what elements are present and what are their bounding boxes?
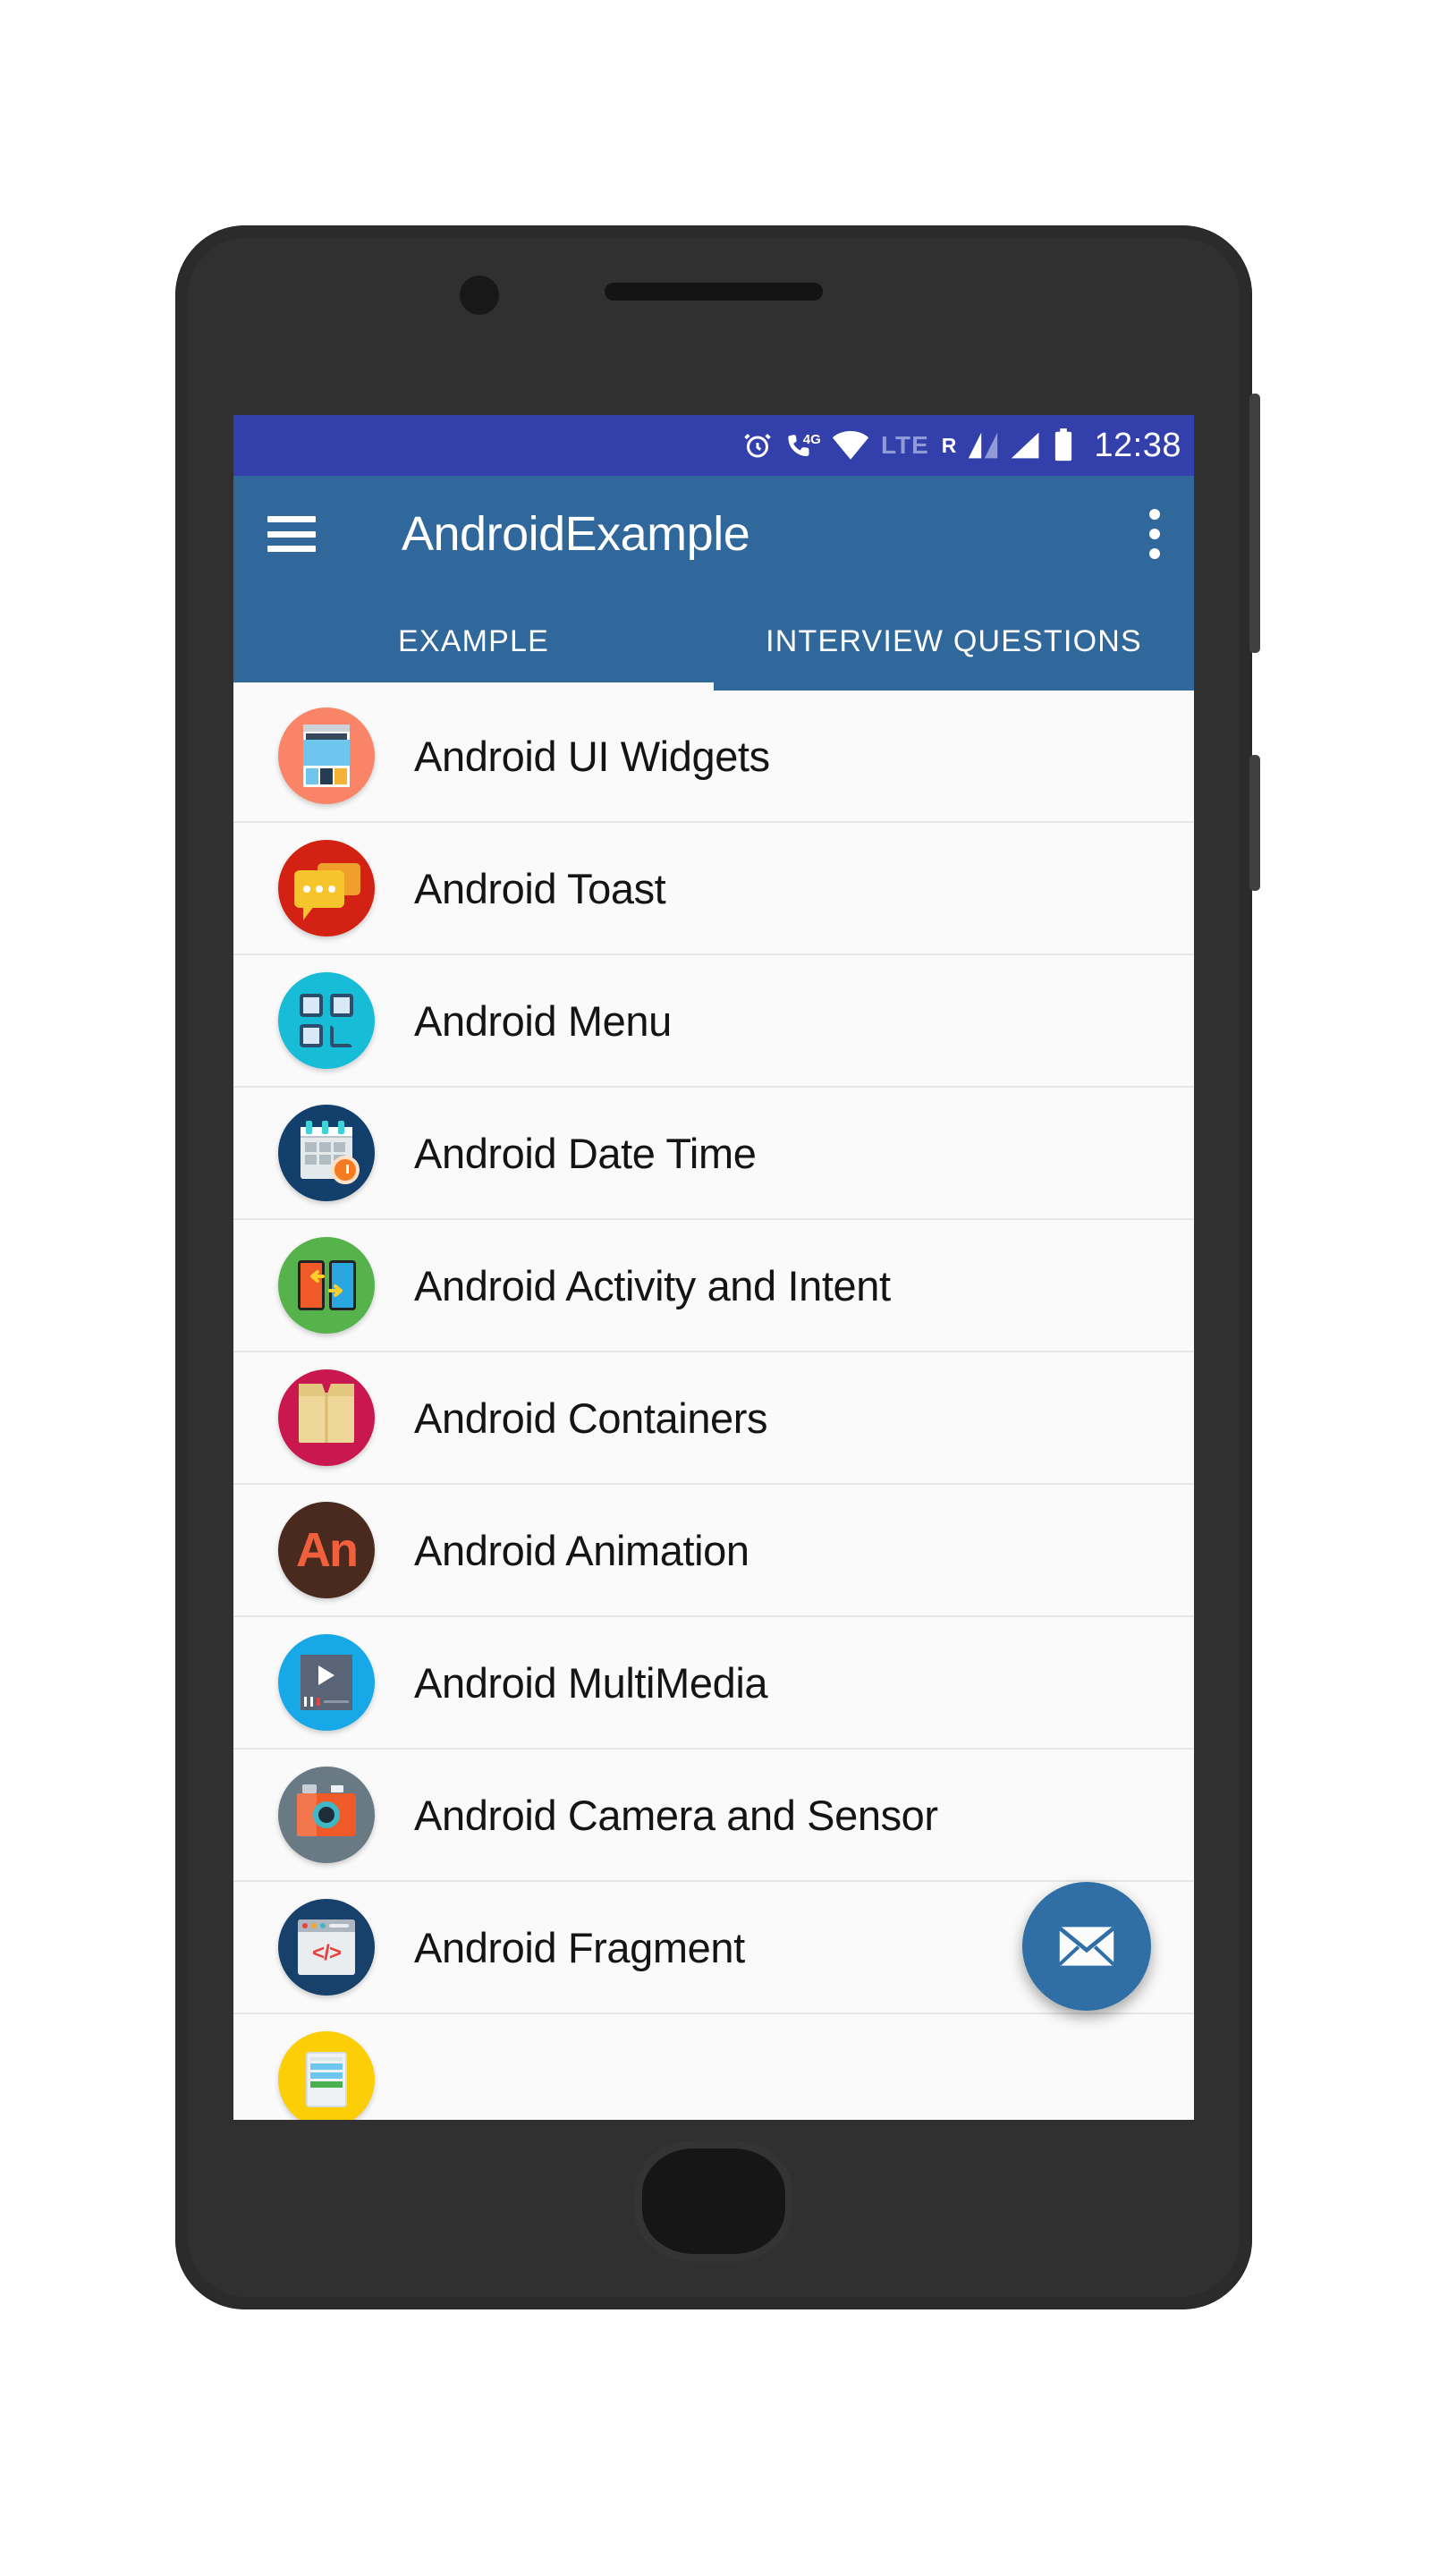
tab-bar: EXAMPLE INTERVIEW QUESTIONS (233, 592, 1194, 691)
menu-grid-icon (278, 972, 375, 1069)
roaming-label: R (941, 433, 957, 457)
home-button[interactable] (642, 2148, 785, 2254)
volume-button[interactable] (1249, 394, 1260, 653)
overflow-menu-icon[interactable] (1149, 509, 1160, 559)
example-list[interactable]: Android UI Widgets Android Toast Android… (233, 691, 1194, 2120)
signal-bars-icon-2 (1010, 430, 1042, 461)
page-title: AndroidExample (402, 507, 750, 561)
list-item-label: Android Fragment (414, 1923, 745, 1971)
list-item-label: Android UI Widgets (414, 732, 770, 780)
list-item[interactable]: Android Toast (233, 823, 1194, 955)
hamburger-icon[interactable] (267, 516, 316, 552)
list-item-label: Android Activity and Intent (414, 1261, 891, 1309)
list-item-label: Android MultiMedia (414, 1658, 768, 1707)
list-item-label: Android Animation (414, 1526, 749, 1574)
camera-sensor-icon (278, 1767, 375, 1863)
battery-icon (1053, 428, 1074, 462)
phone-4g-icon: 4G (784, 429, 820, 462)
front-camera-icon (460, 275, 499, 315)
calendar-clock-icon (278, 1105, 375, 1201)
code-fragment-icon: </> (278, 1899, 375, 1996)
wifi-icon (831, 430, 870, 461)
alarm-icon (741, 429, 774, 462)
device-widget-icon (278, 2031, 375, 2120)
screenshot-stage: 4G LTE R 12:38 AndroidExample EXAMPLE IN… (0, 0, 1431, 2576)
list-item[interactable]: Android MultiMedia (233, 1617, 1194, 1750)
list-item[interactable]: Android Activity and Intent (233, 1220, 1194, 1352)
ui-widgets-icon (278, 708, 375, 804)
tab-indicator (233, 682, 714, 691)
list-item[interactable]: Android Containers (233, 1352, 1194, 1485)
tab-example[interactable]: EXAMPLE (233, 592, 714, 691)
list-item[interactable]: An Android Animation (233, 1485, 1194, 1617)
list-item[interactable] (233, 2014, 1194, 2120)
svg-text:4G: 4G (803, 432, 820, 447)
status-bar: 4G LTE R 12:38 (233, 415, 1194, 476)
list-item-label: Android Camera and Sensor (414, 1791, 938, 1839)
email-envelope-icon (1058, 1926, 1115, 1966)
toast-message-icon (278, 840, 375, 936)
app-bar: AndroidExample (233, 476, 1194, 592)
status-bar-clock: 12:38 (1094, 426, 1181, 464)
list-item[interactable]: Android Menu (233, 955, 1194, 1088)
multimedia-player-icon (278, 1634, 375, 1731)
lte-label: LTE (880, 431, 929, 459)
tab-interview-questions[interactable]: INTERVIEW QUESTIONS (714, 592, 1194, 691)
list-item-label: Android Date Time (414, 1129, 757, 1177)
phone-screen: 4G LTE R 12:38 AndroidExample EXAMPLE IN… (233, 415, 1194, 2120)
animation-an-icon: An (278, 1502, 375, 1598)
list-item-label: Android Menu (414, 996, 672, 1045)
signal-bars-icon-1 (967, 430, 999, 461)
list-item[interactable]: Android UI Widgets (233, 691, 1194, 823)
power-button[interactable] (1249, 755, 1260, 891)
list-item-label: Android Toast (414, 864, 666, 912)
email-fab-button[interactable] (1022, 1882, 1151, 2011)
activity-intent-icon (278, 1237, 375, 1334)
earpiece-speaker (605, 283, 823, 301)
list-item[interactable]: Android Camera and Sensor (233, 1750, 1194, 1882)
phone-device-frame: 4G LTE R 12:38 AndroidExample EXAMPLE IN… (175, 225, 1260, 2309)
list-item[interactable]: Android Date Time (233, 1088, 1194, 1220)
list-item-label: Android Containers (414, 1394, 768, 1442)
container-box-icon (278, 1369, 375, 1466)
